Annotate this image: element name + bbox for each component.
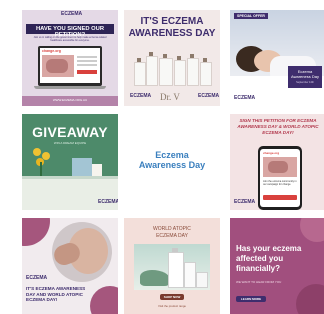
world-atopic-headline: IT'S ECZEMA AWARENESS DAY AND WORLD ATOP… <box>26 286 86 303</box>
brand-logo: Dr. V <box>160 92 180 102</box>
eczema-logo: ECZEMA <box>26 275 48 281</box>
tile-petition-phone[interactable]: SIGN THIS PETITION FOR ECZEMA AWARENESS … <box>230 114 324 210</box>
petition-phone-headline: SIGN THIS PETITION FOR ECZEMA AWARENESS … <box>237 118 319 135</box>
laptop-image: change.org <box>34 46 106 90</box>
decor-circle <box>300 218 324 242</box>
tile-awareness-day-products[interactable]: IT'S ECZEMA AWARENESS DAY ECZEMA Dr. V E… <box>124 10 220 106</box>
tile-giveaway[interactable]: GIVEAWAY WIN A DREAM EQUIPE ECZEMA <box>22 114 118 210</box>
learn-more-label: LEARN MORE <box>240 297 262 301</box>
tile-awareness-day-text[interactable]: Eczema Awareness Day <box>124 114 220 210</box>
tile-financial-survey[interactable]: Has your eczema affected you financially… <box>230 218 324 314</box>
giveaway-subtext: WIN A DREAM EQUIPE <box>53 141 87 145</box>
hand-face-photo <box>52 222 112 282</box>
tile-world-atopic-day[interactable]: ECZEMA IT'S ECZEMA AWARENESS DAY AND WOR… <box>22 218 118 314</box>
product-photo <box>134 244 210 290</box>
atopic-headline-2: ECZEMA DAY <box>156 233 188 239</box>
phone-image: change.org Join the eczema community in … <box>258 146 302 210</box>
decor-circle <box>22 218 50 246</box>
petition-footer: WWW.ECZEMA.ORG.AU <box>52 98 88 102</box>
petition-subtext: Join us in calling on the government to … <box>33 36 107 42</box>
eczema-logo: ECZEMA <box>61 11 83 17</box>
offer-card-title: Eczema Awareness Day <box>291 69 319 79</box>
phone-screen-title: change.org <box>263 151 280 155</box>
shop-now-label: SHOP NOW <box>163 295 181 299</box>
awareness-headline-2: AWARENESS DAY <box>128 28 216 39</box>
atopic-headline-1: WORLD ATOPIC <box>153 226 191 232</box>
phone-caption: Join the eczema community in our campaig… <box>263 180 297 186</box>
product-bottles-image <box>132 48 212 86</box>
tile-petition-signed[interactable]: ECZEMA HAVE YOU SIGNED OUR PETITION? Joi… <box>22 10 118 106</box>
awareness-headline-1: IT'S ECZEMA <box>140 16 204 27</box>
tile-special-offer[interactable]: SPECIAL OFFER Eczema Awareness Day Septe… <box>230 10 324 106</box>
offer-card-date: September 14th <box>296 81 314 84</box>
special-offer-tag: SPECIAL OFFER <box>234 13 268 19</box>
product-box-image <box>72 158 92 176</box>
financial-subtext: WE WANT TO HEAR FROM YOU <box>236 280 282 284</box>
financial-headline: Has your eczema affected you financially… <box>236 244 302 273</box>
decor-circle <box>90 286 118 314</box>
sleeping-woman-photo <box>230 10 324 106</box>
awareness-line-2: Awareness Day <box>138 160 206 170</box>
tile-world-atopic-products[interactable]: WORLD ATOPIC ECZEMA DAY SHOP NOW Visit t… <box>124 218 220 314</box>
eczema-logo: ECZEMA <box>198 93 220 99</box>
eczema-logo: ECZEMA <box>234 199 256 205</box>
atopic-footer: Visit the product range <box>158 304 186 308</box>
screen-title: change.org <box>42 49 61 53</box>
eczema-logo: ECZEMA <box>234 95 256 101</box>
eczema-logo: ECZEMA <box>98 199 118 205</box>
giveaway-headline: GIVEAWAY <box>32 124 108 140</box>
decor-circle <box>296 284 324 314</box>
eczema-logo: ECZEMA <box>130 93 152 99</box>
awareness-line-1: Eczema <box>155 150 189 160</box>
